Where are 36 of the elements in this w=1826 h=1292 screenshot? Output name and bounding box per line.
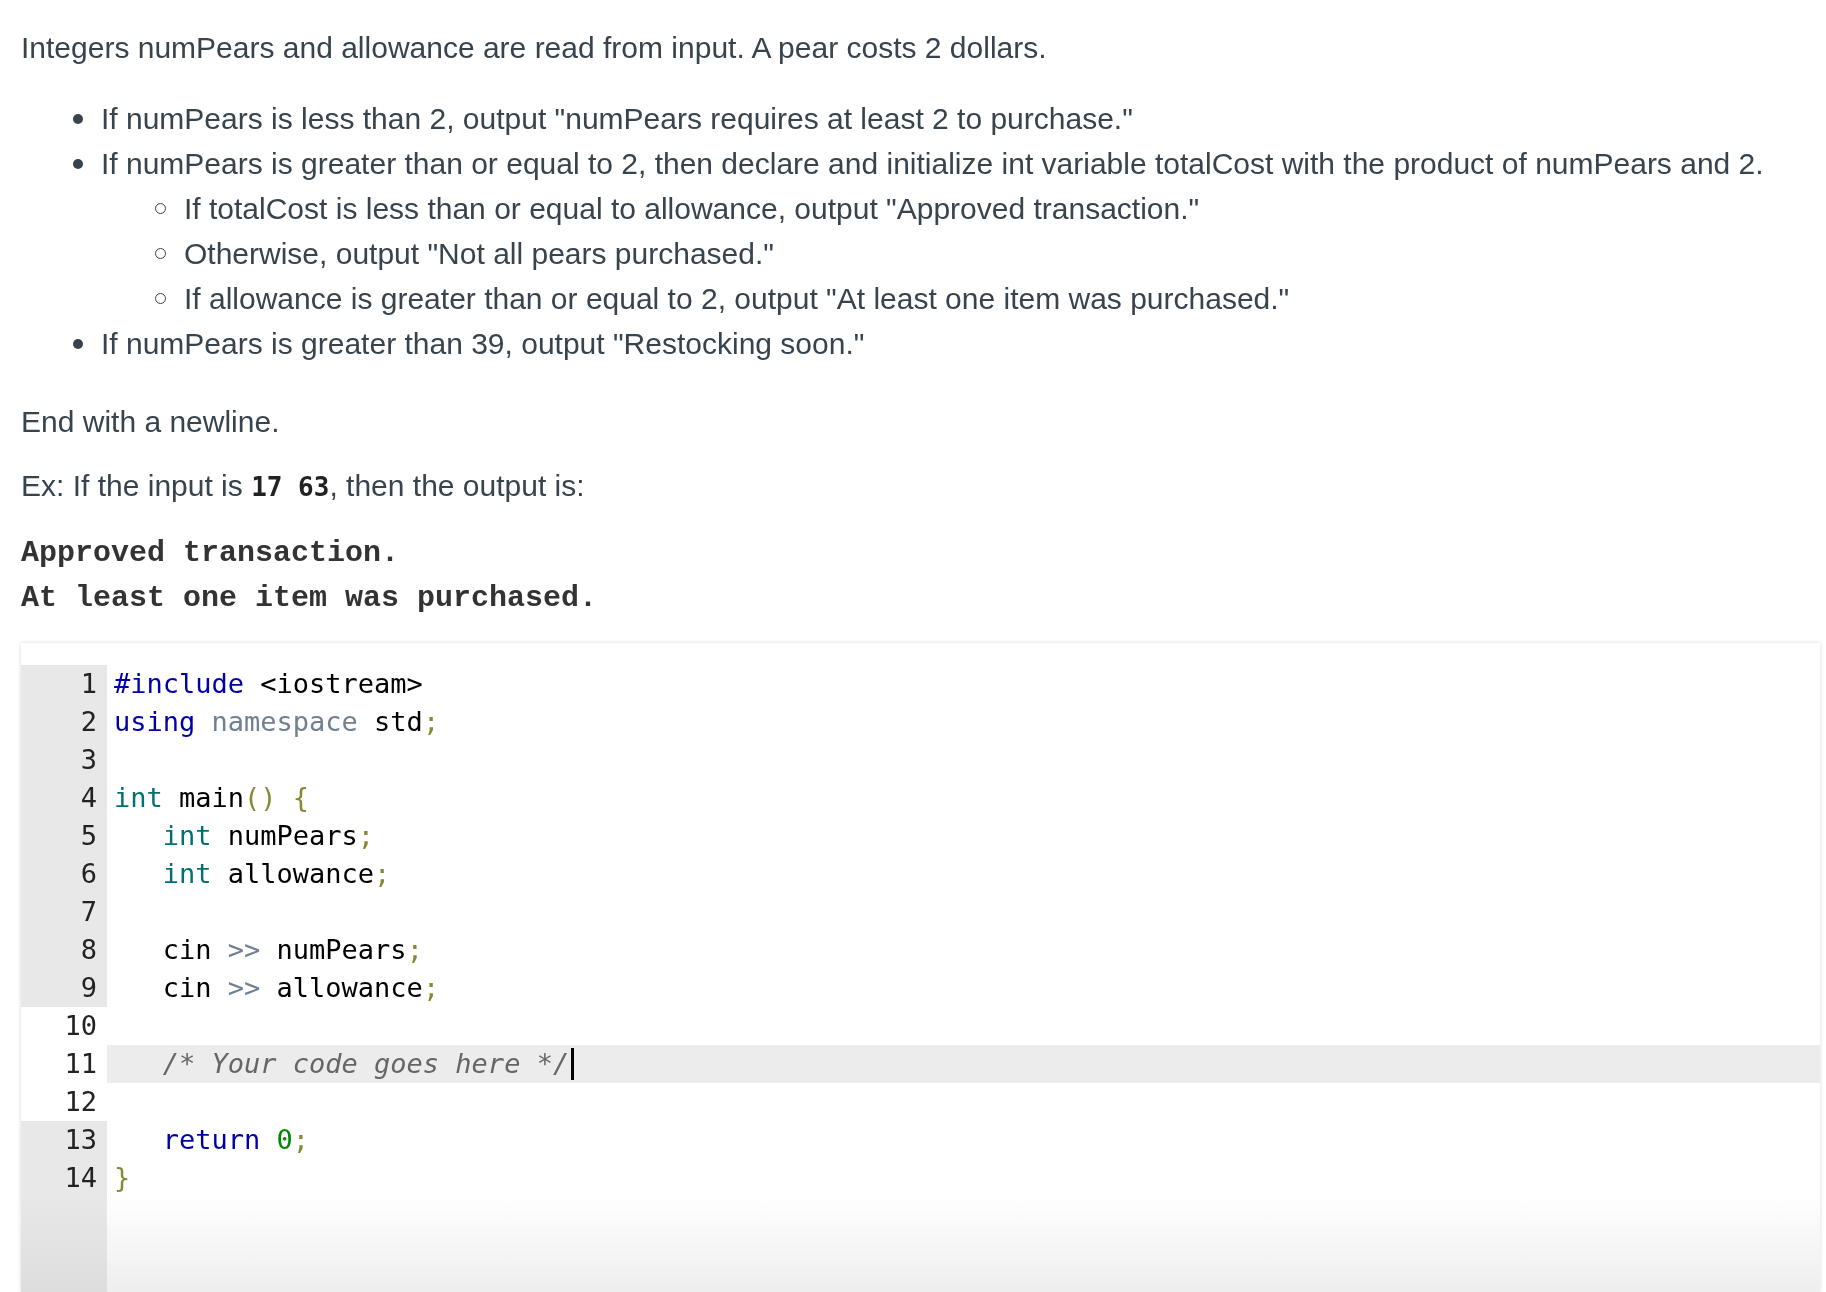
code-line[interactable]: cin >> allowance; (107, 969, 1820, 1007)
code-editor[interactable]: 1 #include <iostream> 2 using namespace std; 3 4 int main() { 5 int numPears; 6 int allowance; 7 8 cin >> numPears; 9 cin >> allowance; 10 11 /* Your code goes here */ 12 13 return 0; 14 } (21, 643, 1820, 1292)
intro-text: Integers numPears and allowance are read from input. A pear costs 2 dollars. (21, 30, 1048, 66)
list-item-text: If allowance is greater than or equal to 2, output "At least one item was purchased." (184, 282, 1290, 315)
code-line[interactable]: int allowance; (107, 855, 1820, 893)
line-number: 4 (21, 779, 107, 817)
list-item-text: If numPears is less than 2, output "numPears requires at least 2 to purchase." (101, 102, 1133, 135)
code-line[interactable]: #include <iostream> (107, 665, 1820, 703)
line-number: 7 (21, 893, 107, 931)
output-line: At least one item was purchased. (21, 580, 599, 617)
example-text: Ex: If the input is 17 63, then the output is: (21, 468, 586, 504)
bullet-icon (73, 113, 83, 124)
list-item-text: If totalCost is less than or equal to allowance, output "Approved transaction." (184, 192, 1200, 225)
line-number: 1 (21, 665, 107, 703)
line-number: 5 (21, 817, 107, 855)
code-line[interactable]: int numPears; (107, 817, 1820, 855)
line-number: 6 (21, 855, 107, 893)
line-number: 2 (21, 703, 107, 741)
line-number: 9 (21, 969, 107, 1007)
list-item-text: If numPears is greater than 39, output "Restocking soon." (101, 327, 865, 360)
list-item-text: Otherwise, output "Not all pears purchased." (184, 237, 774, 270)
output-line: Approved transaction. (21, 535, 401, 572)
line-number: 3 (21, 741, 107, 779)
code-line[interactable]: using namespace std; (107, 703, 1820, 741)
code-line[interactable]: cin >> numPears; (107, 931, 1820, 969)
line-number: 14 (21, 1159, 107, 1197)
code-line[interactable]: int main() { (107, 779, 1820, 817)
instruction-text: End with a newline. (21, 404, 281, 440)
list-item-text: If numPears is greater than or equal to 2, then declare and initialize int variable totalCost with the product of numPears and 2. (101, 147, 1764, 180)
code-line[interactable]: return 0; (107, 1121, 1820, 1159)
line-number: 8 (21, 931, 107, 969)
bullet-icon (73, 338, 83, 349)
code-line[interactable]: } (107, 1159, 1820, 1197)
bullet-icon (73, 158, 83, 169)
text-cursor (571, 1048, 575, 1080)
line-number: 13 (21, 1121, 107, 1159)
